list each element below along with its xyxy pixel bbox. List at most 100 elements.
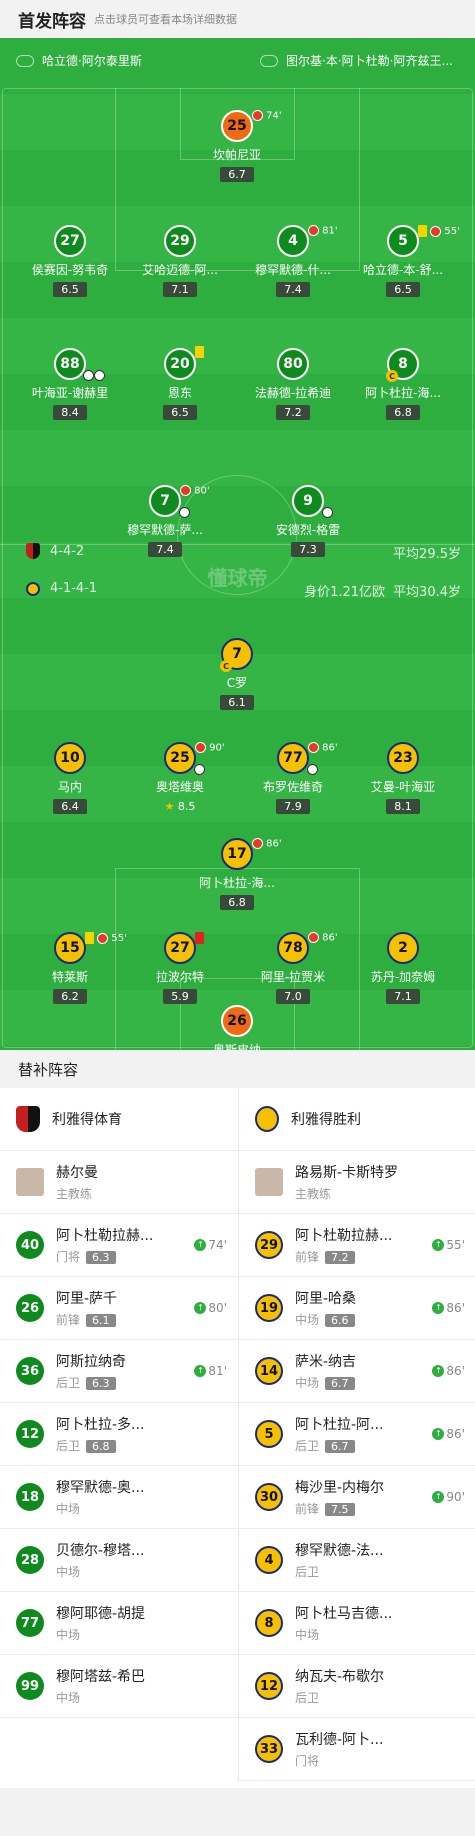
away-subs-list: 29 阿卜杜勒拉赫... 前锋 7.2 ↑ 55' 19 阿里-哈桑 中场 6.6 ↑ 86' 14 萨米… [239, 1214, 475, 1781]
coach-role: 主教练 [295, 1187, 332, 1201]
home-player[interactable]: 20 恩东 6.5 [115, 346, 245, 420]
sub-player-row[interactable]: 12 纳瓦夫-布歇尔 后卫 [239, 1655, 475, 1718]
sub-in-minute: ↑ 86' [432, 1364, 465, 1378]
jersey-number: 9 [292, 485, 324, 517]
away-team-row[interactable]: 利雅得胜利 [239, 1088, 475, 1151]
sub-player-row[interactable]: 14 萨米-纳吉 中场 6.7 ↑ 86' [239, 1340, 475, 1403]
home-team-row[interactable]: 利雅得体育 [0, 1088, 237, 1151]
sub-in-icon: ↑ [432, 1302, 445, 1314]
jersey-number: 30 [255, 1483, 283, 1511]
sub-position: 中场 [56, 1502, 81, 1516]
jersey-number: 20 [164, 348, 196, 380]
away-player[interactable]: 2 苏丹-加奈姆 7.1 [338, 932, 468, 1004]
player-rating: 8.1 [386, 799, 420, 814]
player-name: 坎帕尼亚 [212, 148, 261, 162]
away-player[interactable]: 25 奥塔维奥 ★ 8.5 90' [115, 742, 245, 814]
sub-in-minute: ↑ 74' [194, 1238, 227, 1252]
player-name: 穆罕默德-萨... [127, 523, 203, 537]
player-rating: 6.1 [220, 695, 254, 710]
away-player[interactable]: 27 拉波尔特 5.9 [115, 932, 245, 1004]
player-name: 苏丹-加奈姆 [370, 970, 436, 984]
away-subs-column: 利雅得胜利 路易斯-卡斯特罗 主教练 29 阿卜杜勒拉赫... 前锋 7.2 ↑ 55' 1… [238, 1088, 475, 1781]
jersey-number: 99 [16, 1672, 44, 1700]
away-crest-icon [255, 1106, 279, 1132]
player-name: 阿卜杜拉-海... [365, 386, 441, 400]
sub-in-minute: ↑ 86' [432, 1427, 465, 1441]
sub-name: 阿卜杜拉-多... [56, 1417, 145, 1433]
sub-rating: 7.2 [325, 1251, 355, 1264]
jersey-number: 33 [255, 1735, 283, 1763]
sub-in-icon: ↑ [194, 1239, 207, 1251]
home-player[interactable]: 7 穆罕默德-萨... 7.4 80' [100, 485, 230, 557]
player-name: 安德烈-格雷 [275, 523, 341, 537]
sub-player-row[interactable]: 40 阿卜杜勒拉赫... 门将 6.3 ↑ 74' [0, 1214, 237, 1277]
sub-player-row[interactable]: 29 阿卜杜勒拉赫... 前锋 7.2 ↑ 55' [239, 1214, 475, 1277]
home-team-name: 哈立德·阿尔泰里斯 [16, 52, 142, 69]
home-subs-column: 利雅得体育 赫尔曼 主教练 40 阿卜杜勒拉赫... 门将 6.3 ↑ 74' 26 阿里-萨… [0, 1088, 237, 1718]
sub-player-row[interactable]: 77 穆阿耶德-胡提 中场 [0, 1592, 237, 1655]
home-formation: 4-4-2 [26, 543, 84, 559]
jersey-number: 80 [277, 348, 309, 380]
away-player[interactable]: 26奥斯皮纳6.3 [172, 1005, 302, 1050]
away-coach-row[interactable]: 路易斯-卡斯特罗 主教练 [239, 1151, 475, 1214]
home-player[interactable]: 8 阿卜杜拉-海... 6.8 C [338, 348, 468, 420]
home-player[interactable]: 25 坎帕尼亚 6.7 74' [172, 110, 302, 182]
home-player[interactable]: 9 安德烈-格雷 7.3 [243, 485, 373, 557]
sub-player-row[interactable]: 33 瓦利德-阿卜... 门将 [239, 1718, 475, 1781]
sub-name: 梅沙里-内梅尔 [295, 1480, 385, 1496]
sub-rating: 6.7 [325, 1377, 355, 1390]
sub-player-row[interactable]: 36 阿斯拉纳奇 后卫 6.3 ↑ 81' [0, 1340, 237, 1403]
player-name: 艾曼-叶海亚 [370, 780, 436, 794]
sub-name: 阿卜杜勒拉赫... [295, 1228, 393, 1244]
jersey-number: 5 [255, 1420, 283, 1448]
sub-position: 前锋 7.2 [295, 1248, 392, 1265]
sub-rating: 6.8 [86, 1440, 116, 1453]
jersey-number: 88 [54, 348, 86, 380]
home-crest-icon [26, 543, 40, 559]
away-player[interactable]: 7 C罗 6.1 C [172, 638, 302, 710]
whistle-icon [16, 54, 34, 67]
section-header: 首发阵容 点击球员可查看本场详细数据 [0, 0, 475, 38]
home-coach-row[interactable]: 赫尔曼 主教练 [0, 1151, 237, 1214]
player-rating: 7.3 [291, 542, 325, 557]
sub-player-row[interactable]: 30 梅沙里-内梅尔 前锋 7.5 ↑ 90' [239, 1466, 475, 1529]
sub-name: 阿里-萨千 [56, 1291, 118, 1307]
jersey-number: 8 [255, 1609, 283, 1637]
sub-position: 后卫 [295, 1565, 320, 1579]
sub-in-minute: ↑ 86' [432, 1301, 465, 1315]
sub-player-row[interactable]: 99 穆阿塔兹-希巴 中场 [0, 1655, 237, 1718]
sub-rating: 6.3 [86, 1251, 116, 1264]
sub-player-row[interactable]: 12 阿卜杜拉-多... 后卫 6.8 [0, 1403, 237, 1466]
away-player[interactable]: 23 艾曼-叶海亚 8.1 [338, 742, 468, 814]
sub-position: 后卫 6.3 [56, 1374, 126, 1391]
jersey-number: 27 [164, 932, 196, 964]
jersey-number: 27 [54, 225, 86, 257]
sub-in-minute: ↑ 90' [432, 1490, 465, 1504]
sub-name: 穆罕默德-法... [295, 1543, 384, 1559]
home-player[interactable]: 5 哈立德-本-舒... 6.5 55' [338, 225, 468, 297]
player-rating: 6.8 [386, 405, 420, 420]
away-crest-icon [26, 581, 40, 596]
sub-player-row[interactable]: 28 贝德尔-穆塔... 中场 [0, 1529, 237, 1592]
jersey-number: 29 [164, 225, 196, 257]
player-rating: 6.5 [386, 282, 420, 297]
sub-player-row[interactable]: 18 穆罕默德-奥... 中场 [0, 1466, 237, 1529]
sub-in-icon: ↑ [432, 1491, 445, 1503]
sub-in-icon: ↑ [194, 1302, 207, 1314]
sub-player-row[interactable]: 26 阿里-萨千 前锋 6.1 ↑ 80' [0, 1277, 237, 1340]
player-name: 哈立德-本-舒... [362, 263, 444, 277]
player-rating: 6.7 [220, 167, 254, 182]
away-team-label: 图尔基·本·阿卜杜勒·阿齐兹王... [286, 54, 453, 68]
sub-name: 贝德尔-穆塔... [56, 1543, 145, 1559]
away-player[interactable]: 17 阿卜杜拉-海... 6.8 86' [172, 838, 302, 910]
sub-player-row[interactable]: 8 阿卜杜马吉德... 中场 [239, 1592, 475, 1655]
home-player[interactable]: 29 艾哈迈德-阿... 7.1 [115, 225, 245, 297]
jersey-number: 26 [16, 1294, 44, 1322]
jersey-number: 25 [164, 742, 196, 774]
sub-player-row[interactable]: 5 阿卜杜拉-阿... 后卫 6.7 ↑ 86' [239, 1403, 475, 1466]
player-rating: 6.8 [220, 895, 254, 910]
sub-player-row[interactable]: 4 穆罕默德-法... 后卫 [239, 1529, 475, 1592]
sub-name: 穆罕默德-奥... [56, 1480, 145, 1496]
jersey-number: 12 [255, 1672, 283, 1700]
sub-player-row[interactable]: 19 阿里-哈桑 中场 6.6 ↑ 86' [239, 1277, 475, 1340]
